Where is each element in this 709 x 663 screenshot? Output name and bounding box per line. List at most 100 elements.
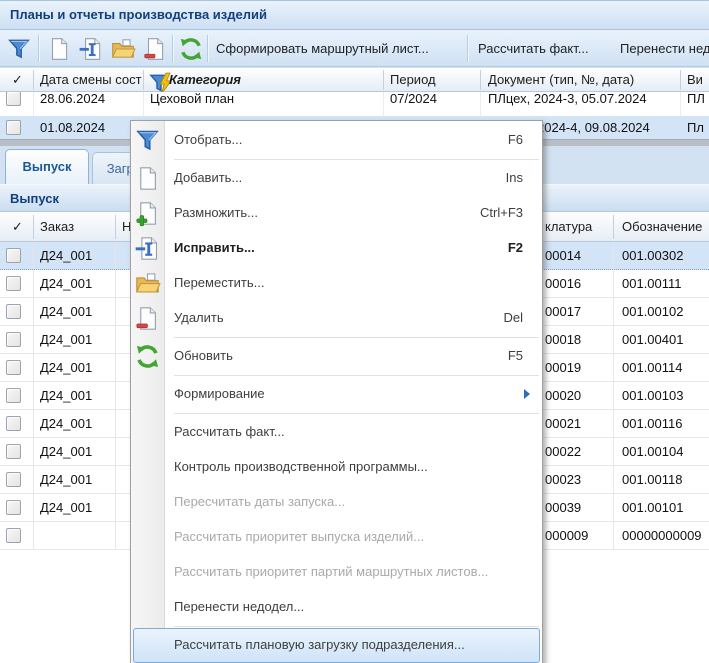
plans-kind-column-header[interactable]: Ви: [687, 72, 703, 87]
plans-cell-kind: ПЛ: [687, 92, 705, 106]
menu-item[interactable]: Рассчитать плановую загрузку подразделен…: [133, 628, 540, 663]
menu-item-label: Перенести недодел...: [174, 599, 304, 614]
move-folder-icon[interactable]: [110, 36, 136, 62]
menu-item[interactable]: Формирование: [131, 377, 542, 412]
menu-item-label: Добавить...: [174, 170, 242, 185]
issue-cell-designation: 001.00101: [622, 500, 683, 515]
filter-lightning-icon: [148, 71, 165, 88]
menu-separator: [174, 159, 539, 160]
row-checkbox[interactable]: [6, 332, 21, 347]
filter-icon: [134, 127, 161, 154]
row-checkbox[interactable]: [6, 444, 21, 459]
row-checkbox[interactable]: [6, 276, 21, 291]
menu-item[interactable]: Добавить...Ins: [131, 161, 542, 196]
row-checkbox[interactable]: [6, 388, 21, 403]
issue-cell-nomenclature: 00017: [545, 304, 581, 319]
menu-item[interactable]: Рассчитать факт...: [131, 415, 542, 450]
plans-table-header: ✓ Дата смены сост Категория Период Докум…: [0, 68, 709, 92]
menu-item-shortcut: F5: [508, 348, 523, 363]
issue-cell-nomenclature: 00023: [545, 472, 581, 487]
move-folder-icon: [134, 270, 161, 297]
menu-item-label: Формирование: [174, 386, 265, 401]
menu-item-label: Рассчитать факт...: [174, 424, 285, 439]
edit-doc-icon: [134, 235, 161, 262]
menu-item[interactable]: Контроль производственной программы...: [131, 450, 542, 485]
issue-cell-nomenclature: 00021: [545, 416, 581, 431]
row-checkbox[interactable]: [6, 360, 21, 375]
row-checkbox[interactable]: [6, 304, 21, 319]
column-divider: [613, 215, 614, 239]
plans-cell-date: 28.06.2024: [40, 92, 105, 106]
section-title: Выпуск: [10, 191, 59, 206]
menu-item[interactable]: ОбновитьF5: [131, 339, 542, 374]
issue-check-column-header[interactable]: ✓: [12, 219, 23, 235]
add-doc-icon[interactable]: [46, 36, 72, 62]
page-title: Планы и отчеты производства изделий: [10, 7, 267, 22]
toolbar: Сформировать маршрутный лист... Рассчита…: [0, 30, 709, 67]
plans-cell-document: ПЛцех, 2024-3, 05.07.2024: [488, 92, 647, 106]
row-checkbox[interactable]: [6, 500, 21, 515]
plans-category-column-header[interactable]: Категория: [169, 72, 241, 87]
row-checkbox[interactable]: [6, 120, 21, 135]
context-menu: Отобрать...F6Добавить...InsРазмножить...…: [130, 120, 543, 663]
issue-cell-order: Д24_001: [40, 388, 92, 403]
column-divider: [115, 242, 116, 550]
menu-item[interactable]: Исправить...F2: [131, 231, 542, 266]
plans-cell-kind: Пл: [687, 120, 704, 135]
issue-cell-designation: 001.00302: [622, 248, 683, 263]
issue-cell-order: Д24_001: [40, 500, 92, 515]
edit-doc-icon[interactable]: [78, 36, 104, 62]
plans-check-column-header[interactable]: ✓: [12, 72, 23, 88]
issue-cell-order: Д24_001: [40, 276, 92, 291]
menu-item-label: Рассчитать приоритет партий маршрутных л…: [174, 564, 488, 579]
row-checkbox[interactable]: [6, 416, 21, 431]
plans-document-column-header[interactable]: Документ (тип, №, дата): [488, 72, 634, 87]
filter-icon[interactable]: [6, 36, 32, 62]
plans-date-column-header[interactable]: Дата смены сост: [40, 72, 142, 87]
row-checkbox[interactable]: [6, 248, 21, 263]
issue-cell-designation: 001.00114: [622, 360, 683, 375]
issue-cell-order: Д24_001: [40, 472, 92, 487]
menu-item-label: Пересчитать даты запуска...: [174, 494, 345, 509]
menu-item-label: Рассчитать плановую загрузку подразделен…: [174, 637, 465, 652]
delete-doc-icon: [134, 305, 161, 332]
tab-vypusk[interactable]: Выпуск: [5, 149, 89, 184]
issue-cell-nomenclature: 00020: [545, 388, 581, 403]
menu-item[interactable]: Отобрать...F6: [131, 123, 542, 158]
issue-cell-nomenclature: 00039: [545, 500, 581, 515]
issue-nomenclature-column-header[interactable]: клатура: [545, 219, 592, 234]
menu-item-label: Размножить...: [174, 205, 258, 220]
issue-designation-column-header[interactable]: Обозначение: [622, 219, 702, 234]
menu-separator: [174, 375, 539, 376]
calculate-fact-button[interactable]: Рассчитать факт...: [478, 41, 589, 56]
issue-cell-nomenclature: 00016: [545, 276, 581, 291]
menu-item-shortcut: F6: [508, 132, 523, 147]
refresh-icon[interactable]: [178, 36, 204, 62]
column-divider: [115, 215, 116, 239]
row-checkbox[interactable]: [6, 92, 21, 106]
refresh-icon: [134, 343, 161, 370]
row-checkbox[interactable]: [6, 472, 21, 487]
issue-cell-order: Д24_001: [40, 360, 92, 375]
generate-route-sheet-button[interactable]: Сформировать маршрутный лист...: [216, 41, 429, 56]
plans-period-column-header[interactable]: Период: [390, 72, 436, 87]
menu-item[interactable]: Перенести недодел...: [131, 590, 542, 625]
table-row[interactable]: 28.06.2024 Цеховой план 07/2024 ПЛцех, 2…: [0, 92, 709, 116]
row-checkbox[interactable]: [6, 528, 21, 543]
menu-item[interactable]: Размножить...Ctrl+F3: [131, 196, 542, 231]
issue-cell-designation: 001.00104: [622, 444, 683, 459]
transfer-backlog-button[interactable]: Перенести недодел...: [620, 41, 709, 56]
issue-cell-designation: 001.00118: [622, 472, 683, 487]
issue-cell-order: Д24_001: [40, 416, 92, 431]
delete-doc-icon[interactable]: [142, 36, 168, 62]
issue-cell-nomenclature: 00018: [545, 332, 581, 347]
menu-item: Рассчитать приоритет выпуска изделий...: [131, 520, 542, 555]
menu-item[interactable]: Переместить...: [131, 266, 542, 301]
issue-order-column-header[interactable]: Заказ: [40, 219, 74, 234]
issue-cell-designation: 001.00111: [622, 276, 682, 291]
duplicate-doc-icon: [134, 200, 161, 227]
column-divider: [613, 242, 614, 550]
menu-item[interactable]: УдалитьDel: [131, 301, 542, 336]
column-divider: [33, 70, 34, 90]
column-divider: [143, 70, 144, 90]
